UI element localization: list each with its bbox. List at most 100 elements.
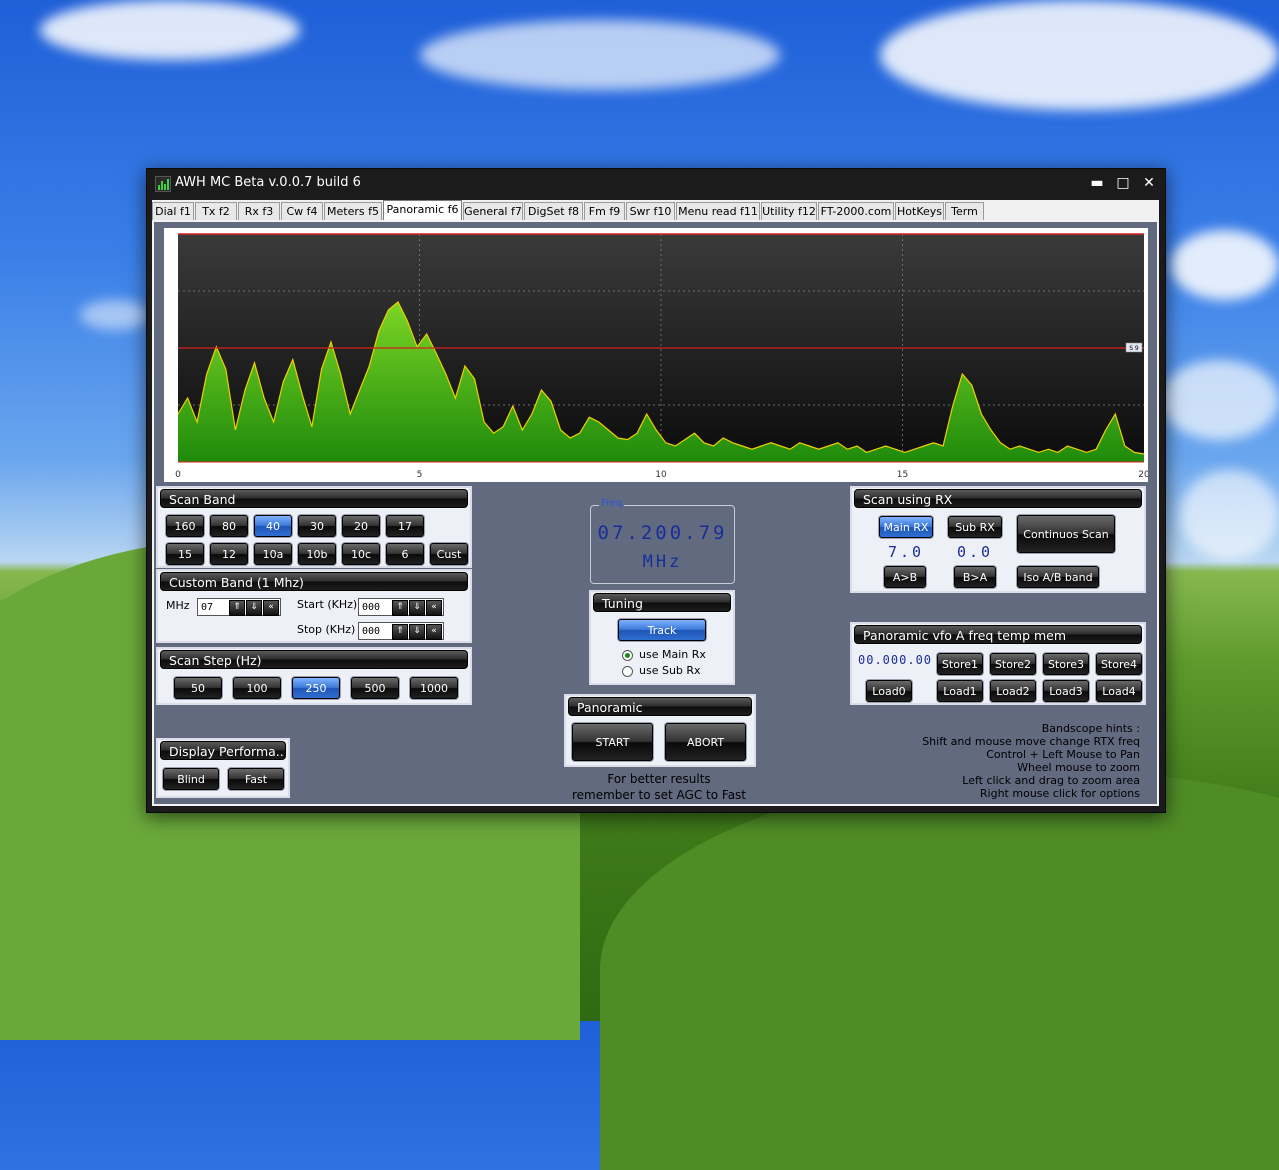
load0-button[interactable]: Load0 [866, 680, 912, 702]
band-30-button[interactable]: 30 [298, 515, 336, 537]
start-reset-icon[interactable]: « [426, 600, 442, 616]
store1-button[interactable]: Store1 [937, 653, 983, 675]
tab-panoramic[interactable]: Panoramic f6 [383, 200, 462, 220]
store4-button[interactable]: Store4 [1096, 653, 1142, 675]
band-12-button[interactable]: 12 [210, 543, 248, 565]
tab-meters[interactable]: Meters f5 [324, 202, 382, 220]
band-10c-button[interactable]: 10c [342, 543, 380, 565]
tab-term[interactable]: Term [945, 202, 984, 220]
tab-hotkeys[interactable]: HotKeys [895, 202, 944, 220]
hint-line: Right mouse click for options [979, 787, 1140, 800]
scan-step-title: Scan Step (Hz) [160, 650, 468, 669]
close-icon[interactable]: ✕ [1139, 173, 1159, 193]
tab-general[interactable]: General f7 [463, 202, 523, 220]
app-window: AWH MC Beta v.0.0.7 build 6 ▬ □ ✕ Dial f… [146, 168, 1166, 813]
custom-band-title: Custom Band (1 Mhz) [160, 572, 468, 591]
band-40-button[interactable]: 40 [254, 515, 292, 537]
store3-button[interactable]: Store3 [1043, 653, 1089, 675]
tab-digset[interactable]: DigSet f8 [524, 202, 583, 220]
stop-down-icon[interactable]: ⇓ [409, 624, 425, 640]
x-tick-label: 0 [175, 470, 181, 480]
bandscope-hints: Bandscope hints : Shift and mouse move c… [854, 722, 1146, 802]
freq-unit: MHz [642, 552, 683, 572]
step-1000-button[interactable]: 1000 [410, 677, 458, 699]
band-80-button[interactable]: 80 [210, 515, 248, 537]
main-rx-button[interactable]: Main RX [879, 516, 933, 538]
iso-ab-band-button[interactable]: Iso A/B band [1017, 566, 1099, 588]
start-button[interactable]: START [572, 723, 653, 761]
band-15-button[interactable]: 15 [166, 543, 204, 565]
hint-line: Control + Left Mouse to Pan [986, 748, 1140, 761]
tab-cw[interactable]: Cw f4 [281, 202, 323, 220]
tab-dial[interactable]: Dial f1 [152, 202, 194, 220]
maximize-icon[interactable]: □ [1113, 173, 1133, 193]
continuous-scan-button[interactable]: Continuos Scan [1017, 515, 1115, 553]
main-rx-radio-label: use Main Rx [639, 648, 706, 661]
step-100-button[interactable]: 100 [233, 677, 281, 699]
load2-button[interactable]: Load2 [990, 680, 1036, 702]
start-khz-label: Start (KHz) [297, 598, 358, 611]
load1-button[interactable]: Load1 [937, 680, 983, 702]
spectrum-plot[interactable]: 0 5 10 15 20 S 9 [164, 228, 1148, 482]
tab-tx[interactable]: Tx f2 [195, 202, 237, 220]
band-20-button[interactable]: 20 [342, 515, 380, 537]
x-tick-label: 10 [655, 470, 667, 480]
start-down-icon[interactable]: ⇓ [409, 600, 425, 616]
start-up-icon[interactable]: ⇑ [392, 600, 408, 616]
blind-button[interactable]: Blind [163, 768, 219, 790]
step-250-button[interactable]: 250 [292, 677, 340, 699]
sub-rx-radio[interactable] [622, 666, 633, 677]
band-10a-button[interactable]: 10a [254, 543, 292, 565]
band-cust-button[interactable]: Cust [430, 543, 468, 565]
x-tick-label: 5 [417, 470, 423, 480]
load4-button[interactable]: Load4 [1096, 680, 1142, 702]
tab-menu[interactable]: Menu read f11 [676, 202, 760, 220]
sub-rx-radio-label: use Sub Rx [639, 664, 701, 677]
bandscope[interactable]: 0 5 10 15 20 S 9 [164, 228, 1148, 482]
window-title: AWH MC Beta v.0.0.7 build 6 [175, 175, 361, 190]
fast-button[interactable]: Fast [228, 768, 284, 790]
hints-title: Bandscope hints : [1041, 722, 1140, 735]
main-rx-value: 7.0 [887, 543, 925, 561]
tab-swr[interactable]: Swr f10 [626, 202, 675, 220]
main-rx-radio[interactable] [622, 650, 633, 661]
agc-note-line1: For better results [607, 772, 711, 786]
stop-khz-label: Stop (KHz) [297, 623, 356, 636]
band-6-button[interactable]: 6 [386, 543, 424, 565]
load3-button[interactable]: Load3 [1043, 680, 1089, 702]
vfo-mem-display: 00.000.00 [858, 653, 933, 667]
tuning-title: Tuning [593, 593, 731, 612]
panoramic-title: Panoramic [568, 697, 752, 716]
tab-rx[interactable]: Rx f3 [238, 202, 280, 220]
track-button[interactable]: Track [618, 619, 706, 641]
mhz-up-icon[interactable]: ⇑ [229, 600, 245, 616]
agc-note-line2: remember to set AGC to Fast [571, 788, 747, 802]
tab-utility[interactable]: Utility f12 [761, 202, 817, 220]
step-500-button[interactable]: 500 [351, 677, 399, 699]
s9-marker-label: S 9 [1129, 345, 1139, 352]
a-to-b-button[interactable]: A>B [884, 566, 926, 588]
band-10b-button[interactable]: 10b [298, 543, 336, 565]
b-to-a-button[interactable]: B>A [954, 566, 996, 588]
hint-line: Shift and mouse move change RTX freq [922, 735, 1140, 748]
x-tick-label: 15 [897, 470, 908, 480]
stop-up-icon[interactable]: ⇑ [392, 624, 408, 640]
tab-fm[interactable]: Fm f9 [584, 202, 625, 220]
step-50-button[interactable]: 50 [174, 677, 222, 699]
display-performance-title: Display Performa... [160, 741, 286, 760]
minimize-icon[interactable]: ▬ [1087, 173, 1107, 193]
abort-button[interactable]: ABORT [665, 723, 746, 761]
band-17-button[interactable]: 17 [386, 515, 424, 537]
hint-line: Wheel mouse to zoom [1017, 761, 1140, 774]
mhz-down-icon[interactable]: ⇓ [246, 600, 262, 616]
sub-rx-button[interactable]: Sub RX [948, 516, 1002, 538]
scan-rx-title: Scan using RX [854, 489, 1142, 508]
stop-reset-icon[interactable]: « [426, 624, 442, 640]
tab-ft-2000com[interactable]: FT-2000.com [818, 202, 894, 220]
x-tick-label: 20 [1138, 470, 1148, 480]
freq-legend: Freq [599, 498, 625, 509]
mhz-reset-icon[interactable]: « [263, 600, 279, 616]
band-160-button[interactable]: 160 [166, 515, 204, 537]
store2-button[interactable]: Store2 [990, 653, 1036, 675]
title-bar[interactable]: AWH MC Beta v.0.0.7 build 6 ▬ □ ✕ [147, 169, 1165, 197]
